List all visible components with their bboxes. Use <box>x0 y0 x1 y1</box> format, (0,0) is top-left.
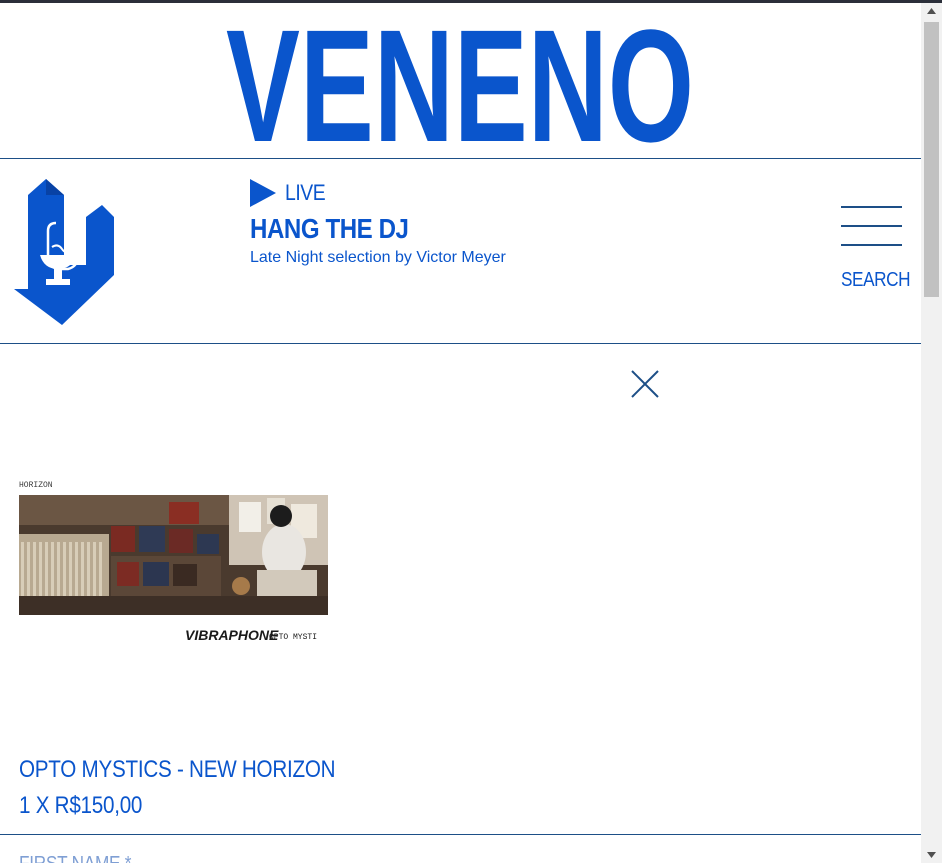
hamburger-menu-icon[interactable] <box>841 206 902 248</box>
wordmark-graphic: VENENO <box>226 19 694 149</box>
live-row[interactable]: LIVE <box>250 178 770 208</box>
scroll-down-arrow-icon[interactable] <box>921 846 942 863</box>
close-icon[interactable] <box>628 367 662 401</box>
first-name-label: FIRST NAME * <box>19 853 131 863</box>
vertical-scrollbar[interactable] <box>921 3 942 863</box>
header-divider-top <box>0 158 921 159</box>
cart-divider <box>0 834 921 835</box>
play-icon[interactable] <box>250 179 276 207</box>
menu-bar <box>841 225 902 227</box>
cover-label-right: OPTO MYSTI <box>269 633 317 642</box>
wordmark-text: VENENO <box>226 19 694 149</box>
product-cover-image[interactable]: HORIZON VIBRAPHONE OPTO MYSTI <box>19 474 328 654</box>
cart-item-name[interactable]: OPTO MYSTICS - NEW HORIZON <box>19 756 336 784</box>
show-title: HANG THE DJ <box>250 213 409 244</box>
show-subtitle: Late Night selection by Victor Meyer <box>250 249 506 266</box>
menu-bar <box>841 244 902 246</box>
scroll-thumb[interactable] <box>924 22 939 297</box>
cover-label-left: VIBRAPHONE <box>185 627 279 643</box>
live-label: LIVE <box>285 180 326 205</box>
search-link[interactable]: SEARCH <box>841 269 911 292</box>
cart-item-quantity-price: 1 X R$150,00 <box>19 792 143 819</box>
veneno-wordmark[interactable]: VENENO <box>0 3 921 158</box>
page: VENENO LIVE HANG THE DJ Late Night selec… <box>0 3 921 863</box>
header-divider-bottom <box>0 343 921 344</box>
menu-bar <box>841 206 902 208</box>
cover-header-text: HORIZON <box>19 481 53 490</box>
veneno-pharmacy-logo-icon[interactable] <box>12 177 114 325</box>
now-playing[interactable]: LIVE HANG THE DJ Late Night selection by… <box>250 178 770 267</box>
scroll-up-arrow-icon[interactable] <box>921 3 942 20</box>
